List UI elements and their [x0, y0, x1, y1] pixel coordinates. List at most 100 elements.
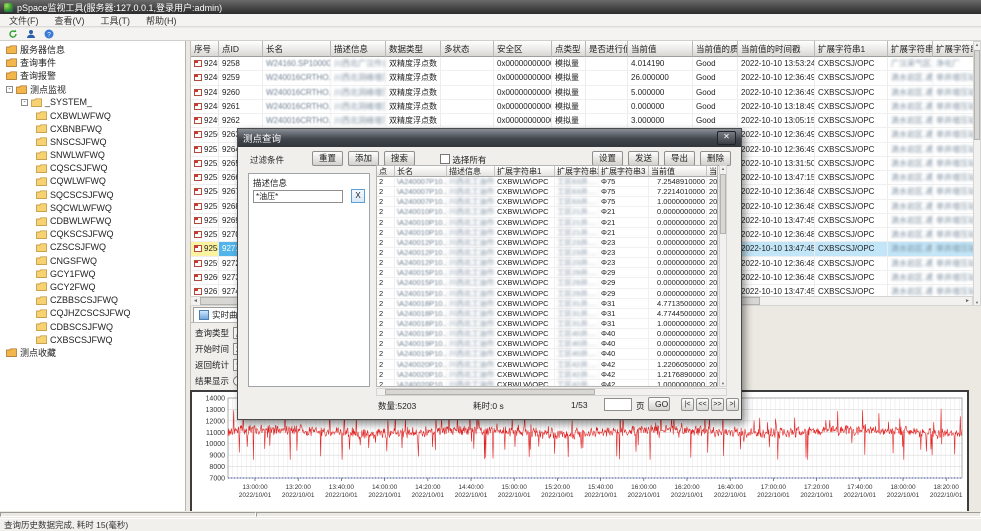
scroll-left-arrow-icon[interactable]: ◄ [191, 297, 200, 305]
tree-item-GCY1FWQ[interactable]: GCY1FWQ [0, 267, 185, 280]
dialog-column-长名[interactable]: 长名 [395, 166, 447, 177]
tree-item-CQWLWFWQ[interactable]: CQWLWFWQ [0, 175, 185, 188]
scroll-down-arrow-icon[interactable]: ▼ [720, 381, 726, 386]
tree-item-测点收藏[interactable]: 测点收藏 [0, 346, 185, 359]
dialog-table-row[interactable]: 2\A240012P10...川西北工油作...CXBWLW\OPC工区23井.… [377, 238, 717, 248]
dialog-column-描述信息[interactable]: 描述信息 [447, 166, 495, 177]
column-header-序号[interactable]: 序号 [191, 41, 219, 57]
tree-item-SQCSCSJFWQ[interactable]: SQCSCSJFWQ [0, 188, 185, 201]
dialog-horizontal-scrollbar[interactable] [376, 388, 727, 396]
dialog-table-row[interactable]: 2\A240010P10...川西北工油作...CXBWLW\OPC工区21井.… [377, 218, 717, 228]
column-header-扩展字符串2[interactable]: 扩展字符串2 [888, 41, 933, 57]
tree-item-查询事件[interactable]: 查询事件 [0, 56, 185, 69]
dialog-table-row[interactable]: 2\A240019P10...川西北工油作...CXBWLW\OPC工区40井.… [377, 339, 717, 349]
tree-item-CXBNBFWQ[interactable]: CXBNBFWQ [0, 122, 185, 135]
column-header-描述信息[interactable]: 描述信息 [331, 41, 386, 57]
page-nav-2[interactable]: >> [711, 398, 724, 411]
dialog-table-row[interactable]: 2\A240015P10...川西北工油作...CXBWLW\OPC工区29井.… [377, 289, 717, 299]
dialog-table-row[interactable]: 2\A240020P10...川西北工油作...CXBWLW\OPC工区42井.… [377, 370, 717, 380]
dialog-button-重置[interactable]: 重置 [312, 151, 343, 166]
menu-0[interactable]: 文件(F) [9, 14, 39, 27]
scroll-right-arrow-icon[interactable]: ► [963, 297, 972, 305]
dialog-table-row[interactable]: 2\A240018P10...川西北工油作...CXBWLW\OPC工区31井.… [377, 319, 717, 329]
close-icon[interactable]: ✕ [717, 131, 736, 145]
menu-3[interactable]: 帮助(H) [146, 14, 177, 27]
menu-1[interactable]: 查看(V) [55, 14, 85, 27]
dialog-action-设置[interactable]: 设置 [592, 151, 623, 166]
dialog-table-row[interactable]: 2\A240020P10...川西北工油作...CXBWLW\OPC工区42井.… [377, 380, 717, 387]
dialog-title-bar[interactable]: 测点查询 ✕ [238, 129, 741, 147]
table-row[interactable]: 92479260W240016CRTHO...川西北洞峰增压站压...双精度浮点… [191, 86, 973, 100]
tree-item-CDBSCSJFWQ[interactable]: CDBSCSJFWQ [0, 320, 185, 333]
scroll-up-arrow-icon[interactable]: ▲ [974, 42, 980, 47]
main-vertical-scrollbar[interactable]: ▲ ▼ [973, 41, 981, 306]
dialog-column-扩展字符串1[interactable]: 扩展字符串1 [495, 166, 555, 177]
column-header-是否进行值报警[interactable]: 是否进行值报警 [586, 41, 628, 57]
tree-item-CQSCSJFWQ[interactable]: CQSCSJFWQ [0, 162, 185, 175]
checkbox-icon[interactable] [440, 154, 450, 164]
dialog-table-row[interactable]: 2\A240012P10...川西北工油作...CXBWLW\OPC工区23井.… [377, 258, 717, 268]
dialog-action-导出[interactable]: 导出 [664, 151, 695, 166]
tree-item-CZSCSJFWQ[interactable]: CZSCSJFWQ [0, 241, 185, 254]
column-header-点类型[interactable]: 点类型 [552, 41, 586, 57]
dialog-table-row[interactable]: 2\A240018P10...川西北工油作...CXBWLW\OPC工区31井.… [377, 309, 717, 319]
dialog-table-row[interactable]: 2\A240010P10...川西北工油作...CXBWLW\OPC工区21井.… [377, 228, 717, 238]
column-header-当前值的质量戳[interactable]: 当前值的质量戳 [693, 41, 738, 57]
tree-item-服务器信息[interactable]: 服务器信息 [0, 43, 185, 56]
user-icon[interactable] [25, 29, 36, 40]
column-header-安全区[interactable]: 安全区 [494, 41, 552, 57]
dialog-vertical-scrollbar[interactable]: ▲ ▼ [719, 165, 727, 387]
scroll-down-arrow-icon[interactable]: ▼ [974, 300, 980, 305]
tree-item-system[interactable]: -_SYSTEM_ [0, 96, 185, 109]
tree-item-CXBSCSJFWQ[interactable]: CXBSCSJFWQ [0, 333, 185, 346]
dialog-table-row[interactable]: 2\A240015P10...川西北工油作...CXBWLW\OPC工区29井.… [377, 278, 717, 288]
tree-item-SNWLWFWQ[interactable]: SNWLWFWQ [0, 149, 185, 162]
tree-expander-icon[interactable]: - [6, 86, 13, 93]
column-header-扩展字符串3[interactable]: 扩展字符串3 [933, 41, 973, 57]
tree-item-monitor[interactable]: -测点监视 [0, 83, 185, 96]
column-header-点ID[interactable]: 点ID [219, 41, 263, 57]
dialog-table-row[interactable]: 2\A240007P10...川西北工油作...CXBWLW\OPC工区63井.… [377, 177, 717, 187]
column-header-数据类型[interactable]: 数据类型 [386, 41, 441, 57]
column-header-当前值[interactable]: 当前值 [628, 41, 693, 57]
scrollbar-thumb[interactable] [720, 174, 726, 234]
tree-item-SQCWLWFWQ[interactable]: SQCWLWFWQ [0, 201, 185, 214]
dialog-column-当[interactable]: 当 [707, 166, 718, 177]
help-icon[interactable]: ? [43, 29, 54, 40]
tree-item-CQKSCSJFWQ[interactable]: CQKSCSJFWQ [0, 228, 185, 241]
dialog-table-row[interactable]: 2\A240020P10...川西北工油作...CXBWLW\OPC工区42井.… [377, 360, 717, 370]
column-header-多状态[interactable]: 多状态 [441, 41, 494, 57]
dialog-button-搜索[interactable]: 搜索 [384, 151, 415, 166]
tree-item-查询报警[interactable]: 查询报警 [0, 69, 185, 82]
dialog-action-删除[interactable]: 删除 [700, 151, 731, 166]
dialog-column-扩展字符串2[interactable]: 扩展字符串2 [555, 166, 599, 177]
page-nav-0[interactable]: |< [681, 398, 694, 411]
clear-filter-button[interactable]: X [351, 189, 365, 203]
dialog-table-row[interactable]: 2\A240019P10...川西北工油作...CXBWLW\OPC工区40井.… [377, 349, 717, 359]
column-header-长名[interactable]: 长名 [263, 41, 331, 57]
scrollbar-thumb[interactable] [385, 389, 595, 395]
dialog-column-点[interactable]: 点 [377, 166, 395, 177]
scroll-up-arrow-icon[interactable]: ▲ [720, 166, 726, 171]
dialog-action-发送[interactable]: 发送 [628, 151, 659, 166]
dialog-table-row[interactable]: 2\A240007P10...川西北工油作...CXBWLW\OPC工区63井.… [377, 187, 717, 197]
tree-expander-icon[interactable]: - [21, 99, 28, 106]
dialog-table-row[interactable]: 2\A240012P10...川西北工油作...CXBWLW\OPC工区23井.… [377, 248, 717, 258]
page-number-input[interactable] [604, 398, 632, 411]
tree-item-CXBWLWFWQ[interactable]: CXBWLWFWQ [0, 109, 185, 122]
dialog-table-row[interactable]: 2\A240019P10...川西北工油作...CXBWLW\OPC工区40井.… [377, 329, 717, 339]
dialog-column-当前值[interactable]: 当前值 [649, 166, 707, 177]
tree-item-GCY2FWQ[interactable]: GCY2FWQ [0, 280, 185, 293]
tree-item-CNGSFWQ[interactable]: CNGSFWQ [0, 254, 185, 267]
dialog-column-扩展字符串3[interactable]: 扩展字符串3 [599, 166, 649, 177]
page-nav-3[interactable]: >| [726, 398, 739, 411]
tree-item-CQJHZCSCSJFWQ[interactable]: CQJHZCSCSJFWQ [0, 307, 185, 320]
dialog-button-添加[interactable]: 添加 [348, 151, 379, 166]
table-row[interactable]: 92459258W24160.SP10000...川西北广汉作业区输气...双精… [191, 57, 973, 71]
column-header-当前值的时间戳[interactable]: 当前值的时间戳 [738, 41, 815, 57]
dialog-table-row[interactable]: 2\A240010P10...川西北工油作...CXBWLW\OPC工区21井.… [377, 207, 717, 217]
tree-item-SNSCSJFWQ[interactable]: SNSCSJFWQ [0, 135, 185, 148]
go-button[interactable]: GO [648, 397, 670, 411]
scrollbar-thumb[interactable] [974, 50, 980, 140]
dialog-table-row[interactable]: 2\A240007P10...川西北工油作...CXBWLW\OPC工区63井.… [377, 197, 717, 207]
